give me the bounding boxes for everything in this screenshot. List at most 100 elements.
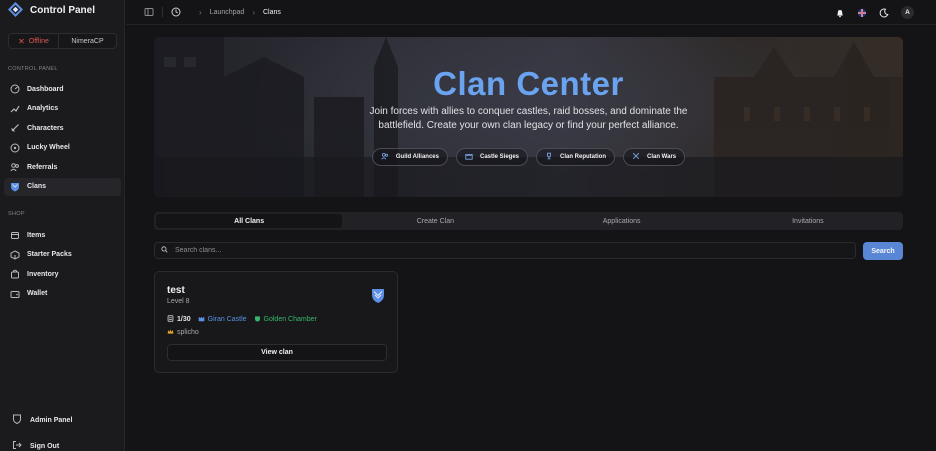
castle-icon bbox=[465, 152, 473, 162]
sword-icon bbox=[10, 123, 20, 133]
clan-level: Level 8 bbox=[167, 298, 190, 305]
clan-meta: 1/30 Giran Castle Golden Chamber bbox=[167, 315, 317, 324]
sign-out-icon bbox=[12, 440, 22, 451]
sidebar-item-inventory[interactable]: Inventory bbox=[4, 265, 121, 283]
members-icon bbox=[167, 315, 174, 324]
package-icon bbox=[10, 249, 20, 260]
sidebar-item-items[interactable]: Items bbox=[4, 226, 121, 244]
clan-name: test bbox=[167, 285, 185, 296]
pill-guild-alliances: Guild Alliances bbox=[371, 148, 448, 166]
sidebar-toggle-icon[interactable] bbox=[144, 7, 154, 17]
sidebar-item-label: Lucky Wheel bbox=[27, 144, 70, 151]
hero-subtitle: Join forces with allies to conquer castl… bbox=[369, 106, 688, 131]
breadcrumb-clans: Clans bbox=[263, 8, 281, 16]
view-clan-button[interactable]: View clan bbox=[167, 344, 387, 361]
sign-out-button[interactable]: Sign Out bbox=[12, 440, 59, 451]
crown-icon bbox=[167, 328, 174, 337]
search-input[interactable] bbox=[175, 247, 775, 254]
search-button[interactable]: Search bbox=[863, 242, 903, 260]
language-flag-icon[interactable] bbox=[857, 8, 867, 18]
admin-panel-link[interactable]: Admin Panel bbox=[12, 414, 72, 426]
sidebar-item-label: Wallet bbox=[27, 290, 48, 297]
sidebar-item-dashboard[interactable]: Dashboard bbox=[4, 80, 121, 98]
pill-label: Guild Alliances bbox=[395, 154, 439, 160]
server-name: NimeraCP bbox=[71, 37, 104, 45]
status-label: Offline bbox=[28, 37, 49, 45]
close-icon: ✕ bbox=[18, 36, 25, 46]
trophy-icon bbox=[545, 152, 553, 162]
sidebar-item-analytics[interactable]: Analytics bbox=[4, 100, 121, 118]
logo-icon bbox=[8, 1, 23, 19]
sidebar-item-label: Inventory bbox=[27, 270, 59, 278]
sign-out-label: Sign Out bbox=[30, 442, 60, 450]
app-title: Control Panel bbox=[30, 4, 96, 16]
gauge-icon bbox=[10, 84, 20, 94]
clan-card: test Level 8 1/30 Giran Castle Golden Ch… bbox=[154, 271, 398, 373]
hall-name: Golden Chamber bbox=[263, 316, 317, 323]
admin-panel-label: Admin Panel bbox=[30, 416, 73, 424]
clan-emblem-icon bbox=[372, 289, 384, 303]
sidebar-item-clans[interactable]: Clans bbox=[4, 177, 121, 196]
server-status[interactable]: ✕ Offline NimeraCP bbox=[8, 33, 117, 49]
control-panel-section-label: CONTROL PANEL bbox=[8, 66, 58, 72]
tab-applications[interactable]: Applications bbox=[529, 214, 715, 228]
pill-clan-wars: Clan Wars bbox=[623, 148, 686, 166]
hero-banner: Clan Center Join forces with allies to c… bbox=[154, 37, 903, 197]
shield-icon bbox=[10, 182, 20, 192]
chevron-right-icon: › bbox=[252, 7, 255, 17]
sidebar-item-starter-packs[interactable]: Starter Packs bbox=[4, 246, 121, 264]
sidebar: Control Panel ✕ Offline NimeraCP CONTROL… bbox=[0, 0, 125, 451]
referrals-icon bbox=[10, 162, 20, 172]
tab-all-clans[interactable]: All Clans bbox=[156, 214, 343, 228]
divider bbox=[162, 7, 163, 17]
sidebar-item-characters[interactable]: Characters bbox=[4, 119, 121, 137]
hall-link[interactable]: Golden Chamber bbox=[254, 315, 317, 324]
top-bar: › Launchpad › Clans A bbox=[126, 0, 936, 25]
top-bar-actions: A bbox=[835, 0, 914, 25]
moon-icon[interactable] bbox=[879, 7, 889, 18]
avatar[interactable]: A bbox=[901, 6, 914, 19]
castle-icon bbox=[198, 315, 205, 324]
shield-outline-icon bbox=[12, 414, 22, 426]
pill-label: Clan Wars bbox=[647, 154, 677, 160]
feature-pills: Guild Alliances Castle Sieges Clan Reput… bbox=[154, 148, 903, 166]
sidebar-item-label: Dashboard bbox=[27, 85, 64, 93]
pill-label: Clan Reputation bbox=[560, 154, 607, 160]
castle-link[interactable]: Giran Castle bbox=[198, 315, 247, 324]
shop-section-label: SHOP bbox=[8, 211, 25, 217]
brand[interactable]: Control Panel bbox=[8, 1, 96, 19]
history-icon[interactable] bbox=[171, 7, 181, 17]
search-icon bbox=[161, 246, 168, 255]
castle-name: Giran Castle bbox=[207, 316, 247, 323]
sidebar-item-wallet[interactable]: Wallet bbox=[4, 285, 121, 303]
chart-icon bbox=[10, 104, 20, 114]
clan-tabs: All Clans Create Clan Applications Invit… bbox=[154, 212, 903, 230]
sidebar-item-label: Items bbox=[27, 231, 46, 239]
search-box bbox=[154, 242, 856, 259]
pill-label: Castle Sieges bbox=[479, 154, 520, 160]
sidebar-item-lucky-wheel[interactable]: Lucky Wheel bbox=[4, 139, 121, 157]
breadcrumb-launchpad[interactable]: Launchpad bbox=[210, 9, 245, 16]
sidebar-item-label: Analytics bbox=[27, 105, 59, 112]
sidebar-item-label: Characters bbox=[27, 124, 64, 132]
users-icon bbox=[381, 152, 389, 162]
tab-create-clan[interactable]: Create Clan bbox=[342, 214, 528, 228]
control-nav: Dashboard Analytics Characters Lucky Whe… bbox=[4, 80, 121, 197]
hero-title: Clan Center bbox=[433, 65, 624, 102]
tab-invitations[interactable]: Invitations bbox=[715, 214, 901, 228]
wallet-icon bbox=[10, 289, 20, 299]
items-icon bbox=[10, 230, 20, 240]
inventory-icon bbox=[10, 269, 20, 279]
hall-icon bbox=[254, 315, 261, 324]
shop-nav: Items Starter Packs Inventory Wallet bbox=[4, 226, 121, 304]
crossed-swords-icon bbox=[632, 152, 640, 162]
pill-castle-sieges: Castle Sieges bbox=[455, 148, 529, 166]
chevron-right-icon: › bbox=[199, 7, 202, 17]
members-value: 1/30 bbox=[177, 316, 191, 323]
offline-status: ✕ Offline bbox=[9, 34, 59, 48]
sidebar-item-referrals[interactable]: Referrals bbox=[4, 158, 121, 176]
sidebar-item-label: Clans bbox=[27, 183, 47, 190]
bell-icon[interactable] bbox=[835, 8, 845, 18]
sidebar-item-label: Referrals bbox=[27, 163, 58, 171]
members-count: 1/30 bbox=[167, 315, 191, 324]
